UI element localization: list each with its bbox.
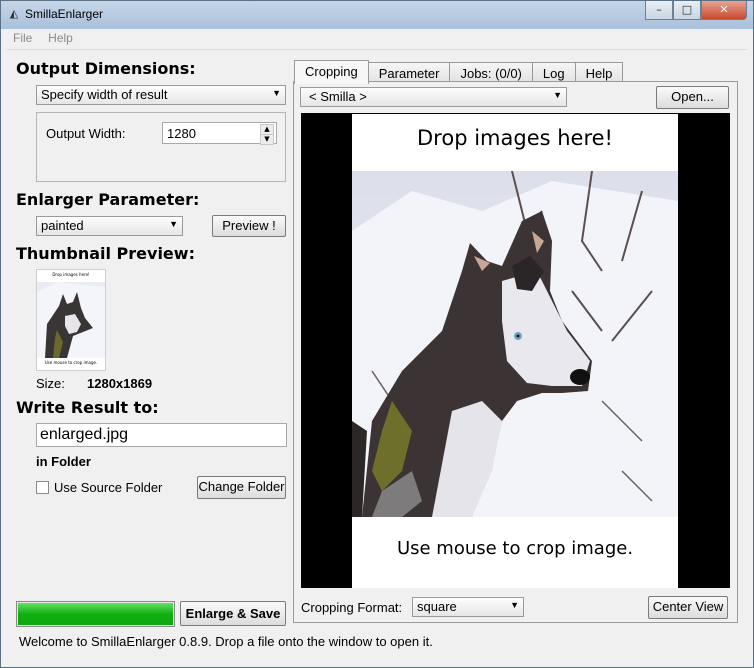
window-title: SmillaEnlarger [25,7,104,21]
chevron-down-icon: ▼ [272,88,281,98]
cropping-format-select[interactable]: square ▼ [412,597,524,617]
chevron-down-icon: ▼ [510,600,519,610]
use-source-folder-label: Use Source Folder [54,480,163,495]
enlarger-preset-select[interactable]: painted ▼ [36,216,183,236]
image-select[interactable]: < Smilla > ▼ [300,87,567,107]
use-source-folder-checkbox[interactable] [36,481,49,494]
thumbnail-preview-heading: Thumbnail Preview: [16,244,195,263]
change-folder-button[interactable]: Change Folder [197,476,286,499]
dimension-mode-select[interactable]: Specify width of result ▼ [36,85,286,105]
image-select-value: < Smilla > [309,89,367,104]
write-result-heading: Write Result to: [16,398,159,417]
menu-file[interactable]: File [7,29,38,47]
enlarge-save-button[interactable]: Enlarge & Save [180,601,286,626]
thumbnail-image: Drop images here! Use mouse to crop imag… [36,269,106,371]
thumbnail-photo [37,282,105,358]
app-window: ◭ SmillaEnlarger – □ ✕ File Help Output … [0,0,754,668]
dog-photo [352,171,678,517]
thumbnail-bottom-text: Use mouse to crop image. [44,360,98,365]
drop-images-text: Drop images here! [417,126,613,150]
cropping-format-value: square [417,599,457,614]
app-icon: ◭ [9,7,19,20]
menu-bar: File Help [7,29,747,50]
output-width-label: Output Width: [46,126,126,141]
output-width-spinbox[interactable]: 1280 ▲ ▼ [162,122,277,145]
folder-label: in Folder [36,454,91,469]
output-dimensions-heading: Output Dimensions: [16,59,196,78]
output-width-group: Output Width: 1280 ▲ ▼ [36,112,286,182]
open-button[interactable]: Open... [656,86,729,109]
size-label: Size: [36,376,65,391]
center-view-button[interactable]: Center View [648,596,728,619]
progress-fill [18,603,173,625]
spin-down-icon[interactable]: ▼ [260,134,274,145]
enlarger-preset-value: painted [41,218,84,233]
dimension-mode-value: Specify width of result [41,87,168,102]
maximize-button[interactable]: □ [673,1,701,20]
enlarger-parameter-heading: Enlarger Parameter: [16,190,200,209]
tab-bar: Cropping Parameter Jobs: (0/0) Log Help [294,60,624,84]
chevron-down-icon: ▼ [553,90,562,100]
tab-cropping[interactable]: Cropping [294,60,369,84]
output-width-value: 1280 [167,126,196,141]
status-bar-text: Welcome to SmillaEnlarger 0.8.9. Drop a … [19,634,433,649]
minimize-button[interactable]: – [645,1,673,20]
close-button[interactable]: ✕ [701,1,747,20]
cropping-format-label: Cropping Format: [301,600,403,615]
menu-help[interactable]: Help [42,29,79,47]
title-bar[interactable]: ◭ SmillaEnlarger – □ ✕ [1,1,753,29]
chevron-down-icon: ▼ [169,219,178,229]
output-filename-value: enlarged.jpg [40,426,129,443]
preview-button[interactable]: Preview ! [212,215,286,237]
crop-hint-text: Use mouse to crop image. [396,538,634,559]
thumbnail-top-text: Drop images here! [52,272,90,277]
output-filename-input[interactable]: enlarged.jpg [36,423,287,447]
progress-bar [16,601,175,627]
size-value: 1280x1869 [87,376,153,391]
